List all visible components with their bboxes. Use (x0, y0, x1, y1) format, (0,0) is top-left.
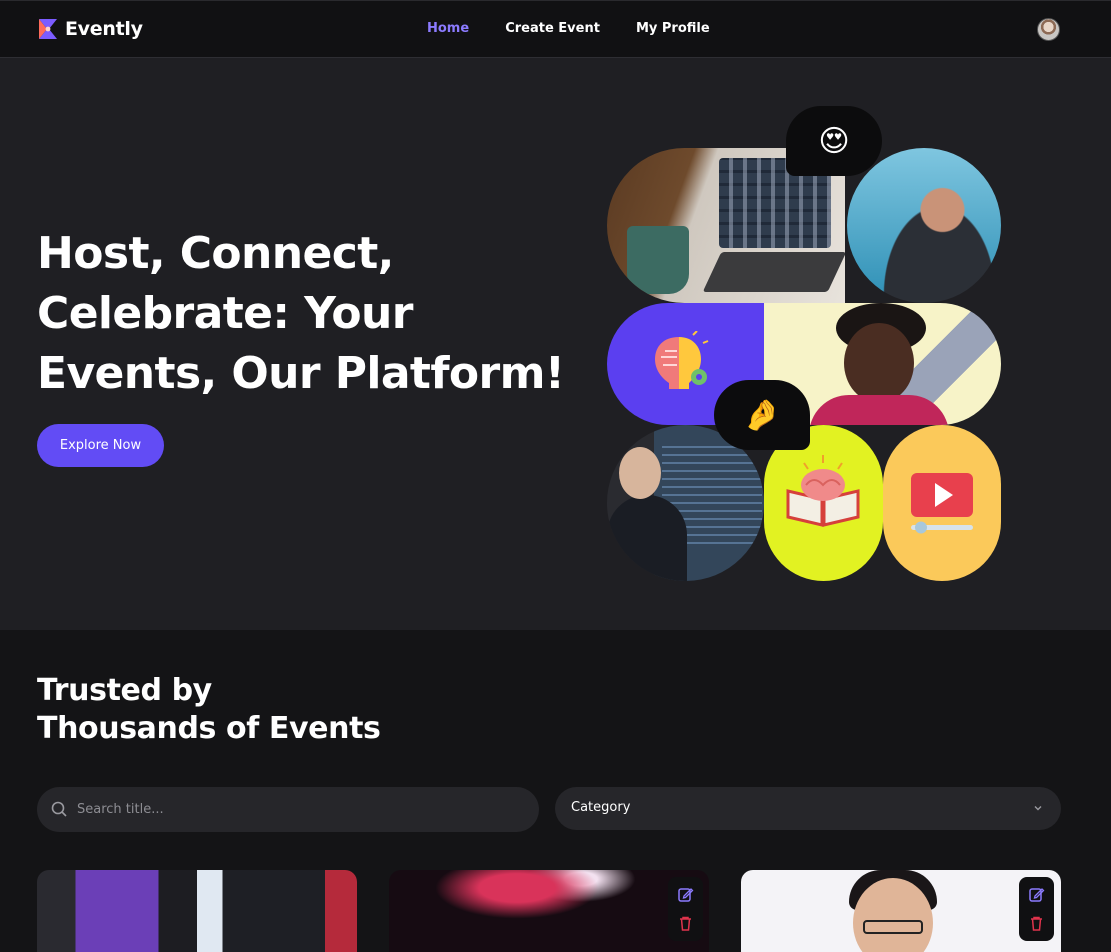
edit-icon[interactable] (677, 886, 694, 903)
category-select-label: Category (571, 800, 631, 815)
search-icon (51, 801, 67, 817)
section-title: Trusted by Thousands of Events (37, 672, 381, 748)
logo[interactable]: Evently (37, 17, 143, 41)
mug (627, 226, 689, 294)
nav-link-create-event[interactable]: Create Event (505, 21, 600, 36)
nav-link-home[interactable]: Home (427, 21, 469, 36)
category-select[interactable]: Category (555, 787, 1061, 830)
video-play-icon (911, 473, 973, 534)
hero-title: Host, Connect, Celebrate: Your Events, O… (37, 228, 565, 399)
card-actions (668, 877, 703, 941)
edit-icon[interactable] (1028, 886, 1045, 903)
event-card-image-fireworks[interactable] (389, 870, 709, 952)
nav-links: Home Create Event My Profile (427, 21, 710, 36)
event-card-image-portrait[interactable] (741, 870, 1061, 952)
nav-link-my-profile[interactable]: My Profile (636, 21, 710, 36)
top-nav: Evently Home Create Event My Profile (0, 0, 1111, 58)
woman-face (844, 323, 914, 403)
laptop-keyboard (702, 252, 845, 292)
search-input[interactable] (77, 787, 527, 832)
heart-eyes-emoji-bubble: 😍 (786, 106, 882, 176)
chevron-down-icon (1034, 806, 1042, 811)
explore-now-button[interactable]: Explore Now (37, 424, 164, 467)
logo-icon (39, 19, 57, 39)
section-title-line-2: Thousands of Events (37, 711, 381, 746)
pinched-fingers-emoji-bubble: 🤌 (714, 380, 810, 450)
card-actions (1019, 877, 1054, 941)
search-bar (37, 787, 539, 832)
event-card-image-graduation[interactable] (37, 870, 357, 952)
hero-section: Host, Connect, Celebrate: Your Events, O… (0, 58, 1111, 630)
presenter-body (607, 495, 687, 581)
brain-lightbulb-icon (655, 331, 709, 389)
section-title-line-1: Trusted by (37, 673, 212, 708)
woman-shirt (809, 395, 949, 425)
collage-laughing-man-image (847, 148, 1001, 303)
logo-text: Evently (65, 18, 143, 40)
collage-video-tile (883, 425, 1001, 581)
presenter-head (619, 447, 661, 499)
portrait-glasses (863, 920, 923, 934)
delete-icon[interactable] (1028, 915, 1045, 932)
user-avatar[interactable] (1037, 18, 1060, 41)
delete-icon[interactable] (677, 915, 694, 932)
